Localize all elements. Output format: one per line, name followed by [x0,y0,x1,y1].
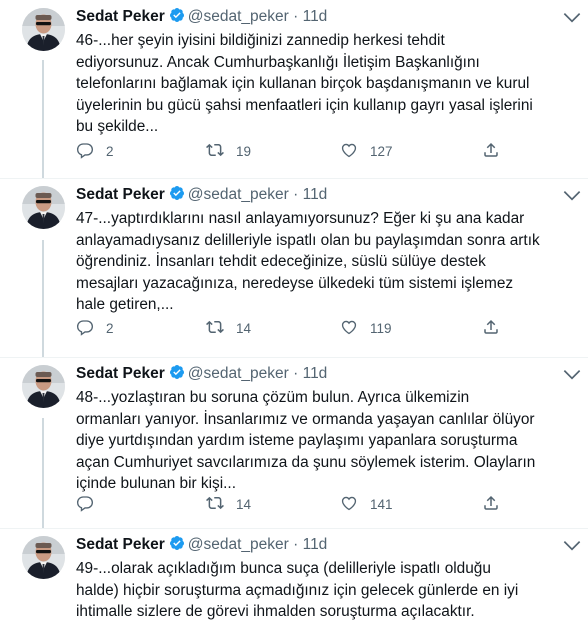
separator-dot: · [293,536,299,553]
tweet-header: Sedat Peker @sedat_peker · 11d [76,184,576,206]
display-name[interactable]: Sedat Peker [76,8,165,25]
like-count: 141 [370,496,393,512]
tweet-header: Sedat Peker @sedat_peker · 11d [76,363,576,385]
tweet[interactable]: Sedat Peker @sedat_peker · 11d 49-...ola… [0,528,588,632]
timestamp[interactable]: 11d [303,536,328,553]
retweet-icon [206,318,236,339]
like-count: 119 [370,320,392,336]
share-icon [482,141,512,162]
avatar[interactable] [22,8,65,51]
like-icon [340,141,370,162]
display-name[interactable]: Sedat Peker [76,186,165,203]
separator-dot: · [293,186,299,203]
timestamp[interactable]: 11d [303,365,328,382]
like-icon [340,494,370,515]
reply-button[interactable]: 2 [76,316,114,340]
reply-count: 2 [106,143,114,159]
reply-button[interactable] [76,492,106,516]
more-options-icon[interactable] [562,534,582,554]
user-handle[interactable]: @sedat_peker [188,536,289,553]
reply-icon [76,141,106,162]
like-button[interactable]: 127 [340,139,393,163]
tweet-actions: 14 141 [76,492,516,516]
display-name[interactable]: Sedat Peker [76,365,165,382]
more-options-icon[interactable] [562,6,582,26]
verified-badge-icon [169,364,185,380]
retweet-icon [206,141,236,162]
retweet-button[interactable]: 14 [206,316,251,340]
reply-icon [76,494,106,515]
reply-count: 2 [106,320,114,336]
retweet-count: 19 [236,143,252,159]
separator-dot: · [293,365,299,382]
avatar[interactable] [22,186,65,229]
reply-icon [76,318,106,339]
reply-button[interactable]: 2 [76,139,114,163]
like-button[interactable]: 119 [340,316,392,340]
timestamp[interactable]: 11d [303,8,328,25]
like-count: 127 [370,143,393,159]
tweet[interactable]: Sedat Peker @sedat_peker · 11d 46-...her… [0,0,588,179]
share-icon [482,318,512,339]
retweet-count: 14 [236,496,252,512]
tweet-text: 48-...yozlaştıran bu soruna çözüm bulun.… [76,389,536,492]
retweet-button[interactable]: 14 [206,492,251,516]
retweet-button[interactable]: 19 [206,139,251,163]
separator-dot: · [293,8,299,25]
tweet-text: 47-...yaptırdıklarını nasıl anlayamıyors… [76,210,540,313]
more-options-icon[interactable] [562,184,582,204]
retweet-count: 14 [236,320,252,336]
like-button[interactable]: 141 [340,492,393,516]
tweet-header: Sedat Peker @sedat_peker · 11d [76,534,576,556]
verified-badge-icon [169,185,185,201]
more-options-icon[interactable] [562,363,582,383]
verified-badge-icon [169,535,185,551]
avatar[interactable] [22,365,65,408]
tweet-actions: 2 14 119 [76,316,516,340]
timestamp[interactable]: 11d [303,186,328,203]
user-handle[interactable]: @sedat_peker [188,8,289,25]
verified-badge-icon [169,7,185,23]
display-name[interactable]: Sedat Peker [76,536,165,553]
avatar[interactable] [22,536,65,579]
user-handle[interactable]: @sedat_peker [188,365,289,382]
share-button[interactable] [482,316,512,340]
retweet-icon [206,494,236,515]
share-button[interactable] [482,139,512,163]
tweet[interactable]: Sedat Peker @sedat_peker · 11d 48-...yoz… [0,357,588,529]
tweet-actions: 2 19 127 [76,139,516,163]
tweet-header: Sedat Peker @sedat_peker · 11d [76,6,576,28]
tweet-text: 46-...her şeyin iyisini bildiğinizi zann… [76,32,533,135]
user-handle[interactable]: @sedat_peker [188,186,289,203]
share-button[interactable] [482,492,512,516]
like-icon [340,318,370,339]
share-icon [482,494,512,515]
tweet-text: 49-...olarak açıkladığım bunca suça (del… [76,560,519,620]
tweet[interactable]: Sedat Peker @sedat_peker · 11d 47-...yap… [0,178,588,358]
